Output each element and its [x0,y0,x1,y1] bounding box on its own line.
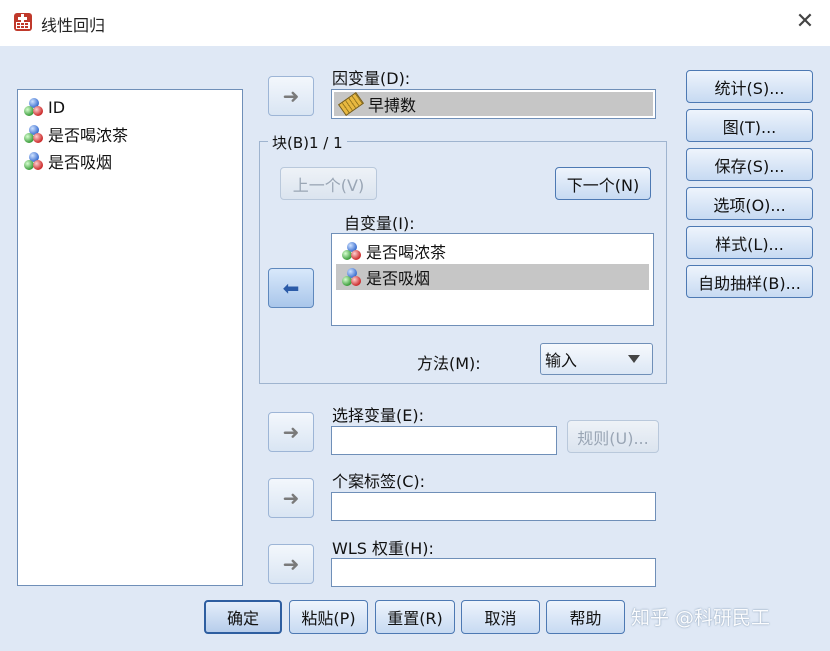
method-label: 方法(M): [417,354,481,373]
independent-item-tea[interactable]: 是否喝浓茶 [336,238,649,264]
independent-item-label: 是否吸烟 [366,269,431,288]
block-legend: 块(B)1 / 1 [268,132,347,153]
next-block-button[interactable]: 下一个(N) [555,167,651,200]
title-bar [0,0,830,46]
method-value: 输入 [545,351,578,370]
case-labels-label: 个案标签(C): [332,472,426,491]
case-labels-field[interactable] [331,492,656,521]
method-dropdown[interactable]: 输入 [540,343,653,375]
options-button[interactable]: 选项(O)... [686,187,813,220]
left-arrow-icon: ⬅ [282,276,300,300]
move-to-selection-button[interactable]: ➜ [268,412,314,452]
move-from-independent-button[interactable]: ⬅ [268,268,314,308]
window-title: 线性回归 [41,16,106,35]
nominal-icon [342,268,362,286]
independent-item-smoking[interactable]: 是否吸烟 [336,264,649,290]
nominal-icon [24,125,44,143]
source-item-label: 是否喝浓茶 [48,126,129,145]
wls-label: WLS 权重(H): [332,539,434,558]
independent-item-label: 是否喝浓茶 [366,243,447,262]
move-to-wls-button[interactable]: ➜ [268,544,314,584]
source-item-tea[interactable]: 是否喝浓茶 [24,122,128,146]
statistics-button[interactable]: 统计(S)... [686,70,813,103]
dependent-value: 早搏数 [368,96,417,115]
reset-button[interactable]: 重置(R) [375,600,455,634]
independent-variable-list[interactable]: 是否喝浓茶 是否吸烟 [331,233,654,326]
paste-button[interactable]: 粘贴(P) [289,600,368,634]
source-item-label: ID [48,97,66,117]
bootstrap-button[interactable]: 自助抽样(B)... [686,265,813,298]
move-to-case-labels-button[interactable]: ➜ [268,478,314,518]
nominal-icon [342,242,362,260]
dependent-field[interactable]: 早搏数 [331,89,656,119]
style-button[interactable]: 样式(L)... [686,226,813,259]
dependent-label: 因变量(D): [332,69,411,88]
ok-button[interactable]: 确定 [204,600,282,634]
wls-field[interactable] [331,558,656,587]
right-arrow-icon: ➜ [282,552,300,576]
right-arrow-icon: ➜ [282,84,300,108]
selection-label: 选择变量(E): [332,406,424,425]
previous-block-button[interactable]: 上一个(V) [280,167,377,200]
spss-app-icon [13,12,33,32]
independent-label: 自变量(I): [344,214,415,233]
watermark: 知乎 @科研民工 [631,607,771,629]
cancel-button[interactable]: 取消 [461,600,540,634]
selection-field[interactable] [331,426,557,455]
right-arrow-icon: ➜ [282,420,300,444]
help-button[interactable]: 帮助 [546,600,625,634]
rule-button[interactable]: 规则(U)... [567,420,659,453]
nominal-icon [24,98,44,116]
source-item-smoking[interactable]: 是否吸烟 [24,149,112,173]
source-item-id[interactable]: ID [24,95,65,119]
close-icon[interactable]: ✕ [792,9,818,35]
source-variable-list[interactable]: ID 是否喝浓茶 是否吸烟 [17,89,243,586]
plots-button[interactable]: 图(T)... [686,109,813,142]
nominal-icon [24,152,44,170]
save-button[interactable]: 保存(S)... [686,148,813,181]
right-arrow-icon: ➜ [282,486,300,510]
source-item-label: 是否吸烟 [48,153,113,172]
chevron-down-icon [628,355,640,363]
move-to-dependent-button[interactable]: ➜ [268,76,314,116]
scale-ruler-icon [337,91,365,117]
